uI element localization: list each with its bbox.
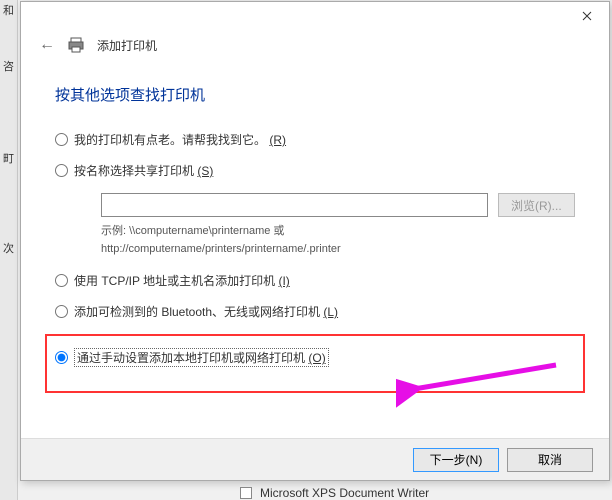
example-line: http://computername/printers/printername…: [101, 241, 575, 259]
bg-char: 和: [3, 2, 14, 18]
option-accel: (L): [323, 305, 338, 319]
page-title: 按其他选项查找打印机: [21, 64, 609, 131]
background-fragment: Microsoft XPS Document Writer: [240, 486, 429, 500]
next-button-label: 下一步(N): [430, 453, 483, 467]
radio-manual-local[interactable]: [55, 351, 68, 364]
option-manual-local[interactable]: 通过手动设置添加本地打印机或网络打印机 (O): [55, 348, 575, 367]
annotation-highlight-box: 通过手动设置添加本地打印机或网络打印机 (O): [45, 334, 585, 393]
back-arrow-icon[interactable]: ←: [39, 36, 55, 54]
add-printer-dialog: ← 添加打印机 按其他选项查找打印机 我的打印机有点老。请帮我找到它。 (R) …: [20, 1, 610, 481]
background-strip: 和 咨 町 次: [0, 0, 18, 500]
close-icon: [582, 11, 592, 21]
example-line: 示例: \\computername\printername 或: [101, 223, 575, 241]
share-path-row: 浏览(R)...: [101, 193, 575, 217]
option-label-text: 使用 TCP/IP 地址或主机名添加打印机: [74, 274, 275, 288]
printer-icon: [67, 37, 85, 53]
radio-old-printer[interactable]: [55, 133, 68, 146]
dialog-title: 添加打印机: [97, 37, 157, 54]
share-example: 示例: \\computername\printername 或 http://…: [101, 223, 575, 258]
close-button[interactable]: [564, 2, 609, 30]
option-label-text: 按名称选择共享打印机: [74, 164, 194, 178]
cancel-button-label: 取消: [538, 453, 562, 467]
background-fragment-text: Microsoft XPS Document Writer: [260, 486, 429, 500]
bg-char: 町: [3, 150, 14, 166]
radio-bluetooth[interactable]: [55, 305, 68, 318]
radio-shared-by-name[interactable]: [55, 164, 68, 177]
option-accel: (I): [278, 274, 289, 288]
option-label-text: 我的打印机有点老。请帮我找到它。: [74, 133, 266, 147]
option-label-text: 添加可检测到的 Bluetooth、无线或网络打印机: [74, 305, 320, 319]
options-group: 我的打印机有点老。请帮我找到它。 (R) 按名称选择共享打印机 (S) 浏览(R…: [21, 131, 609, 393]
option-accel: (R): [269, 133, 286, 147]
checkbox-icon: [240, 487, 252, 499]
radio-tcpip[interactable]: [55, 274, 68, 287]
share-path-input[interactable]: [101, 193, 488, 217]
option-old-printer[interactable]: 我的打印机有点老。请帮我找到它。 (R): [55, 131, 575, 148]
option-label-text: 通过手动设置添加本地打印机或网络打印机: [77, 351, 305, 365]
option-shared-by-name[interactable]: 按名称选择共享打印机 (S): [55, 162, 575, 179]
option-tcpip[interactable]: 使用 TCP/IP 地址或主机名添加打印机 (I): [55, 272, 575, 289]
option-bluetooth[interactable]: 添加可检测到的 Bluetooth、无线或网络打印机 (L): [55, 303, 575, 320]
browse-button: 浏览(R)...: [498, 193, 575, 217]
titlebar: [21, 2, 609, 32]
bg-char: 次: [3, 240, 14, 256]
button-bar: 下一步(N) 取消: [21, 438, 609, 480]
option-accel: (O): [308, 351, 325, 365]
bg-char: 咨: [3, 58, 14, 74]
next-button[interactable]: 下一步(N): [413, 448, 499, 472]
dialog-header: ← 添加打印机: [21, 32, 609, 64]
cancel-button[interactable]: 取消: [507, 448, 593, 472]
option-accel: (S): [197, 164, 213, 178]
